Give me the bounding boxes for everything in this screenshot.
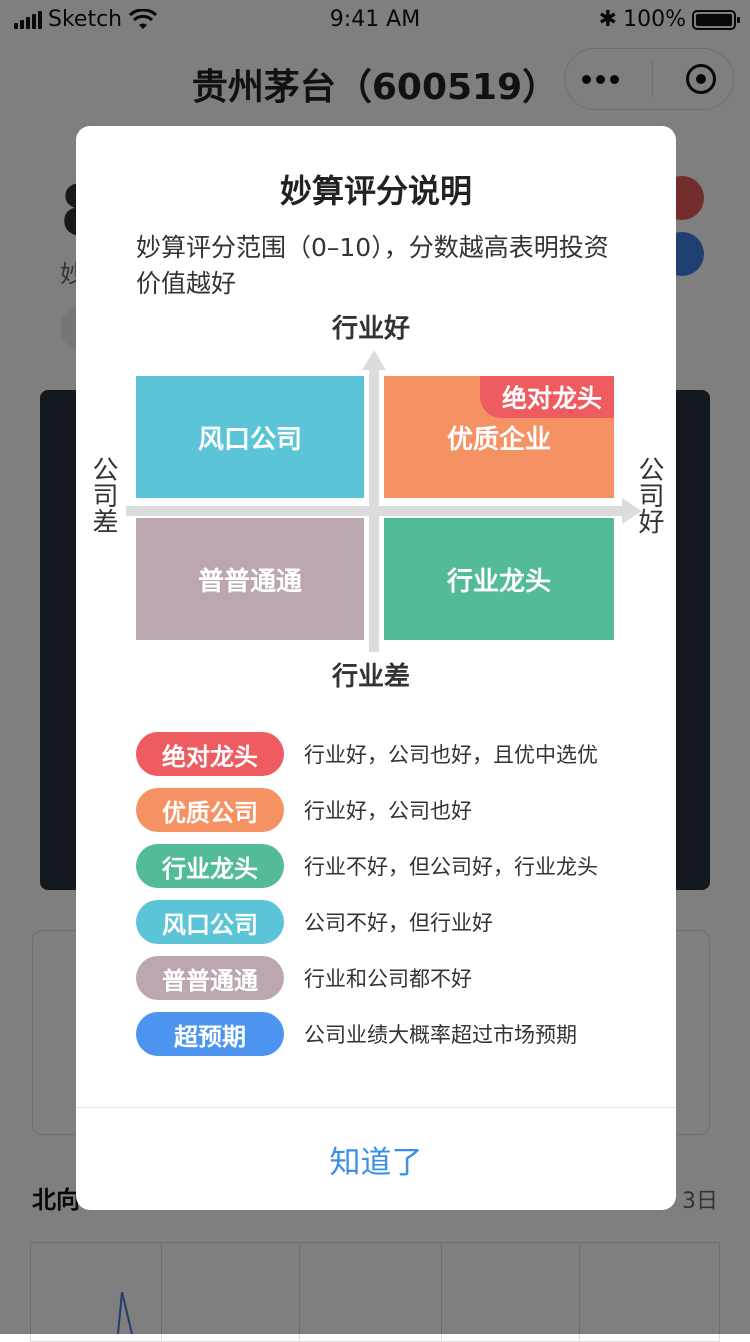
legend-description: 公司不好，但行业好 (304, 911, 493, 935)
legend-row: 风口公司 公司不好，但行业好 (136, 900, 493, 944)
axis-label-bottom: 行业差 (332, 662, 411, 692)
legend-row: 优质公司 行业好，公司也好 (136, 788, 472, 832)
legend-row: 超预期 公司业绩大概率超过市场预期 (136, 1012, 577, 1056)
legend-tag: 超预期 (136, 1012, 284, 1056)
horizontal-axis-arrow (622, 498, 642, 524)
vertical-axis (369, 366, 379, 652)
legend-tag: 风口公司 (136, 900, 284, 944)
legend-description: 公司业绩大概率超过市场预期 (304, 1023, 577, 1047)
quadrant-top-left: 风口公司 (136, 376, 364, 498)
axis-label-top: 行业好 (332, 314, 411, 344)
modal-description: 妙算评分范围（0–10），分数越高表明投资价值越好 (136, 233, 609, 298)
legend-tag: 普普通通 (136, 956, 284, 1000)
legend-description: 行业和公司都不好 (304, 967, 472, 991)
quadrant-bottom-left: 普普通通 (136, 518, 364, 640)
quadrant-label: 行业龙头 (446, 566, 551, 597)
legend-tag: 绝对龙头 (136, 732, 284, 776)
top-leader-badge: 绝对龙头 (479, 376, 614, 418)
legend-description: 行业不好，但公司好，行业龙头 (304, 855, 598, 879)
quadrant-label: 优质企业 (446, 424, 551, 455)
legend-row: 普普通通 行业和公司都不好 (136, 956, 472, 1000)
axis-label-left: 公司差 (88, 456, 118, 534)
legend-row: 绝对龙头 行业好，公司也好，且优中选优 (136, 732, 598, 776)
quadrant-bottom-right: 行业龙头 (384, 518, 614, 640)
score-explanation-modal: 妙算评分说明 妙算评分范围（0–10），分数越高表明投资价值越好 行业好 行业差… (76, 126, 676, 1210)
legend-row: 行业龙头 行业不好，但公司好，行业龙头 (136, 844, 598, 888)
modal-title: 妙算评分说明 (279, 172, 472, 210)
legend-tag: 行业龙头 (136, 844, 284, 888)
quadrant-label: 普普通通 (197, 566, 302, 597)
legend-description: 行业好，公司也好 (304, 799, 472, 823)
legend-description: 行业好，公司也好，且优中选优 (304, 743, 598, 767)
confirm-button[interactable]: 知道了 (76, 1108, 676, 1210)
quadrant-label: 风口公司 (197, 424, 302, 455)
legend-tag: 优质公司 (136, 788, 284, 832)
quadrant-top-right: 优质企业 绝对龙头 (384, 376, 614, 498)
vertical-axis-arrow (362, 350, 386, 370)
